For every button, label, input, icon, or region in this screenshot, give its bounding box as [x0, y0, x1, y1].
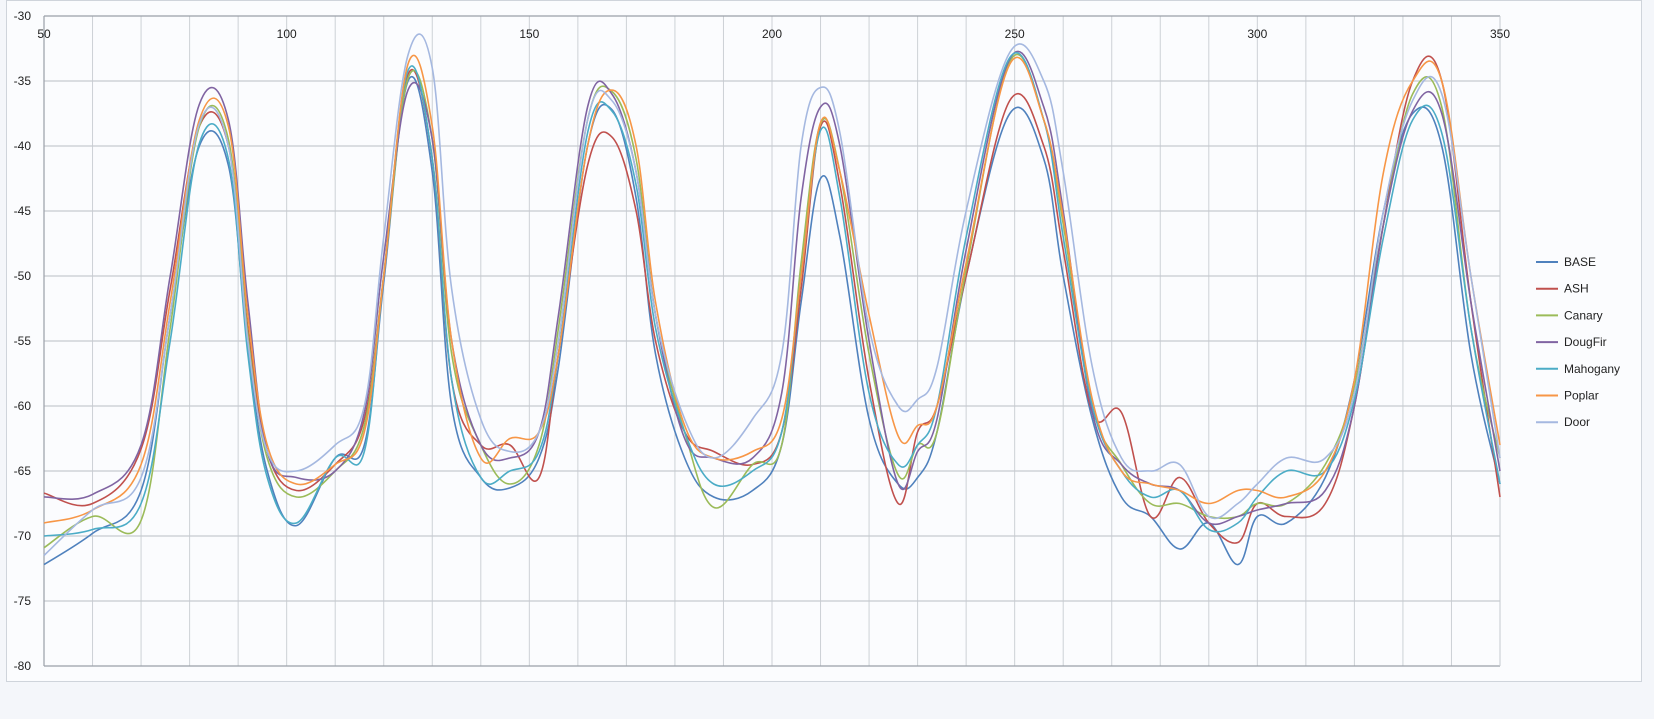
y-tick-label: -40 [14, 139, 32, 153]
y-tick-label: -50 [14, 269, 32, 283]
line-chart: 50 100 150 200 250 300 350 -30 -35 -40 -45 -50 -55 -6… [14, 9, 1620, 673]
legend-label-dougfir: DougFir [1564, 335, 1607, 349]
y-tick-label: -70 [14, 529, 32, 543]
y-tick-label: -30 [14, 9, 32, 23]
legend-label-canary: Canary [1564, 308, 1603, 322]
y-tick-label: -55 [14, 334, 32, 348]
legend: BASE ASH Canary DougFir Mahogany Poplar Door [1536, 255, 1620, 429]
x-tick-label: 300 [1247, 27, 1267, 41]
x-tick-label: 100 [277, 27, 297, 41]
legend-label-base: BASE [1564, 255, 1596, 269]
y-tick-label: -45 [14, 204, 32, 218]
legend-label-ash: ASH [1564, 282, 1589, 296]
legend-label-poplar: Poplar [1564, 389, 1599, 403]
legend-label-door: Door [1564, 415, 1590, 429]
y-tick-label: -60 [14, 399, 32, 413]
y-tick-label: -65 [14, 464, 32, 478]
legend-label-mahogany: Mahogany [1564, 362, 1620, 376]
x-tick-label: 350 [1490, 27, 1510, 41]
y-tick-label: -75 [14, 594, 32, 608]
x-tick-label: 50 [37, 27, 51, 41]
grid [44, 16, 1500, 666]
chart-frame: 50 100 150 200 250 300 350 -30 -35 -40 -45 -50 -55 -6… [0, 0, 1654, 719]
x-tick-label: 250 [1005, 27, 1025, 41]
y-tick-label: -80 [14, 659, 32, 673]
y-tick-label: -35 [14, 74, 32, 88]
x-tick-label: 200 [762, 27, 782, 41]
x-tick-label: 150 [519, 27, 539, 41]
